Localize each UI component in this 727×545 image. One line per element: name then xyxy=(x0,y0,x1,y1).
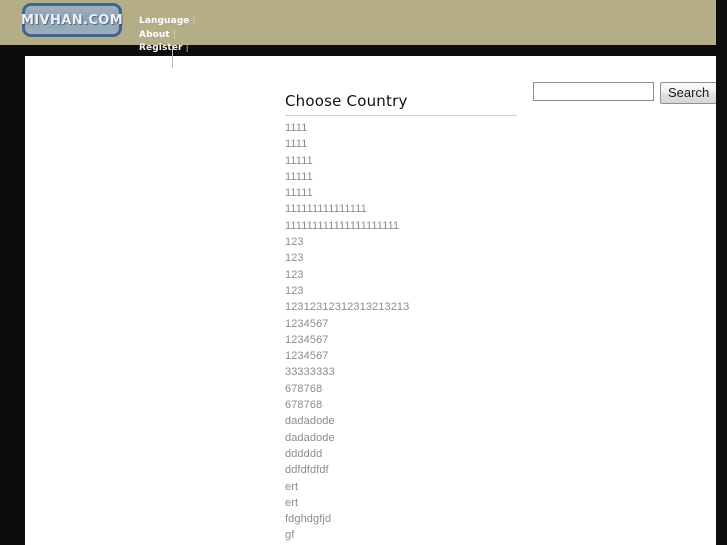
country-list-item[interactable]: ddfdfdfdf xyxy=(285,462,517,478)
country-list-item[interactable]: ert xyxy=(285,479,517,495)
content-area: Search Choose Country 1111 1111 11111 11111… xyxy=(25,56,727,545)
country-list-item[interactable]: 1234567 xyxy=(285,348,517,364)
nav-item-register[interactable]: Register | xyxy=(139,39,259,53)
country-list-item[interactable]: 1234567 xyxy=(285,316,517,332)
nav-item-language[interactable]: Language | xyxy=(139,12,259,26)
choose-country-heading: Choose Country xyxy=(285,92,408,110)
page-root: MIVHAN.COM Language | About | Register | Se… xyxy=(0,0,727,545)
country-list: 1111 1111 11111 11111 11111 111111111111111 11… xyxy=(285,120,517,545)
site-logo[interactable]: MIVHAN.COM xyxy=(20,3,124,37)
nav-separator: | xyxy=(192,16,196,26)
country-list-item[interactable]: 12312312312313213213 xyxy=(285,299,517,315)
nav-divider-line xyxy=(172,45,173,68)
main-navigation: Language | About | Register | xyxy=(139,12,259,53)
search-bar: Search xyxy=(533,82,718,104)
nav-link-register[interactable]: Register xyxy=(139,43,183,53)
country-list-item[interactable]: 123 xyxy=(285,283,517,299)
site-header: MIVHAN.COM Language | About | Register | xyxy=(0,0,716,53)
nav-separator: | xyxy=(185,43,189,53)
country-list-item[interactable]: 123 xyxy=(285,250,517,266)
search-button[interactable]: Search xyxy=(660,82,718,104)
nav-separator: | xyxy=(172,29,176,40)
country-list-item[interactable]: 111111111111111111111 xyxy=(285,218,517,234)
nav-link-about[interactable]: About xyxy=(139,30,170,40)
country-list-item[interactable]: 11111 xyxy=(285,185,517,201)
country-list-item[interactable]: 11111 xyxy=(285,169,517,185)
country-list-item[interactable]: 33333333 xyxy=(285,364,517,380)
heading-divider xyxy=(285,115,517,116)
frame-border-right xyxy=(716,0,727,545)
country-list-item[interactable]: 11111 xyxy=(285,153,517,169)
country-list-item[interactable]: fdghdgfjd xyxy=(285,511,517,527)
frame-gap xyxy=(0,45,716,56)
site-logo-text: MIVHAN.COM xyxy=(20,12,124,28)
country-list-item[interactable]: gf xyxy=(285,527,517,543)
nav-link-language[interactable]: Language xyxy=(139,16,190,26)
country-list-item[interactable]: dadadode xyxy=(285,430,517,446)
country-list-item[interactable]: dddddd xyxy=(285,446,517,462)
country-list-item[interactable]: ert xyxy=(285,495,517,511)
country-list-item[interactable]: 678768 xyxy=(285,397,517,413)
search-input[interactable] xyxy=(533,82,654,101)
country-list-item[interactable]: 123 xyxy=(285,267,517,283)
country-list-item[interactable]: dadadode xyxy=(285,413,517,429)
frame-border-left xyxy=(0,45,25,545)
choose-country-panel: Choose Country 1111 1111 11111 11111 11111 11… xyxy=(285,92,517,545)
nav-item-about[interactable]: About | xyxy=(139,26,259,40)
country-list-item[interactable]: 123 xyxy=(285,234,517,250)
country-list-item[interactable]: 678768 xyxy=(285,381,517,397)
country-list-item[interactable]: 111111111111111 xyxy=(285,201,517,217)
country-list-item[interactable]: 1111 xyxy=(285,136,517,152)
country-list-item[interactable]: 1234567 xyxy=(285,332,517,348)
country-list-item[interactable]: 1111 xyxy=(285,120,517,136)
